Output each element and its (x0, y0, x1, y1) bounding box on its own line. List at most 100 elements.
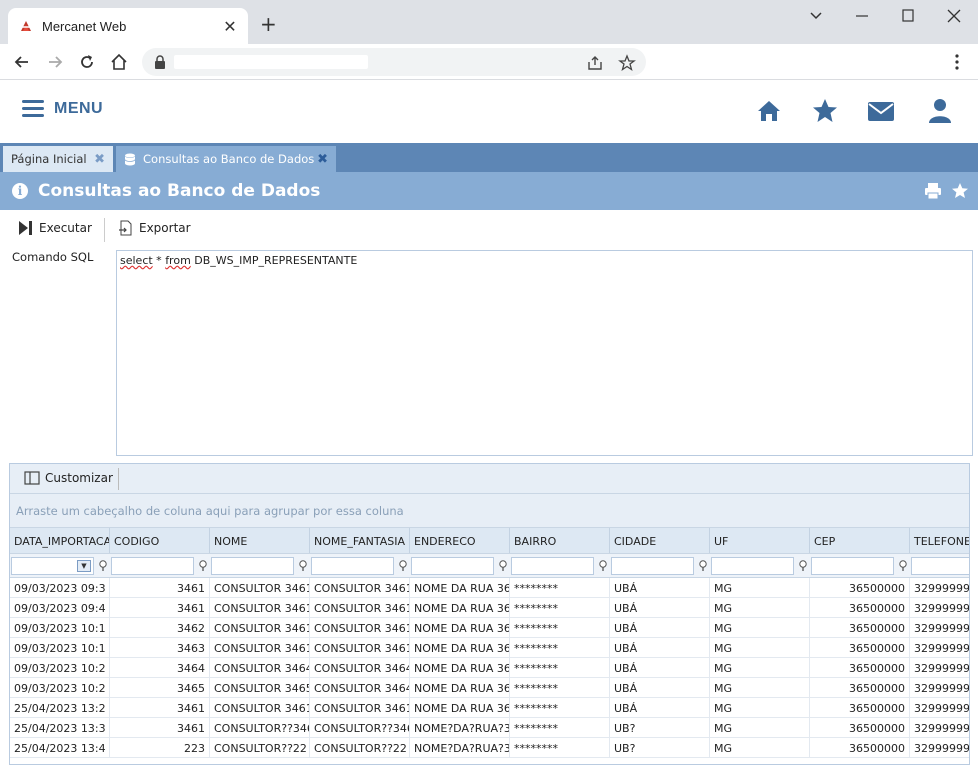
filter-funnel-icon[interactable] (698, 560, 708, 572)
reload-icon[interactable] (77, 52, 97, 72)
filter-funnel-icon[interactable] (198, 560, 208, 572)
column-header-uf[interactable]: UF (710, 528, 810, 553)
url-omnibox[interactable] (142, 48, 646, 76)
filter-funnel-icon[interactable] (398, 560, 408, 572)
sql-command-textarea[interactable]: select * from DB_WS_IMP_REPRESENTANTE (116, 250, 973, 456)
filter-funnel-icon[interactable] (498, 560, 508, 572)
filter-funnel-icon[interactable] (798, 560, 808, 572)
column-header-bairro[interactable]: BAIRRO (510, 528, 610, 553)
export-icon (119, 220, 132, 236)
browser-menu-icon[interactable] (947, 52, 967, 72)
cell-data-importacao: 09/03/2023 09:4 (10, 598, 110, 617)
filter-input[interactable] (711, 557, 794, 575)
cell-data-importacao: 09/03/2023 10:2 (10, 658, 110, 677)
cell-nome-fantasia: CONSULTOR 3461 (310, 638, 410, 657)
share-icon[interactable] (586, 54, 604, 72)
home-icon[interactable] (109, 52, 129, 72)
column-header-cep[interactable]: CEP (810, 528, 910, 553)
tab-pagina-inicial[interactable]: Página Inicial ✖ (3, 146, 113, 172)
tab-consultas-banco-dados[interactable]: Consultas ao Banco de Dados ✖ (116, 146, 336, 172)
cell-codigo: 3464 (110, 658, 210, 677)
favorites-star-icon[interactable] (811, 97, 839, 125)
group-by-panel[interactable]: Arraste um cabeçalho de coluna aqui para… (10, 494, 969, 528)
cell-telefone: 32999999 (910, 718, 969, 737)
user-profile-icon[interactable] (926, 97, 954, 125)
cell-endereco: NOME DA RUA 36 (410, 678, 510, 697)
export-button[interactable]: Exportar (118, 220, 191, 236)
address-bar (0, 44, 978, 80)
bookmark-star-icon[interactable] (618, 54, 636, 72)
filter-input[interactable] (511, 557, 594, 575)
back-arrow-icon[interactable] (12, 52, 32, 72)
new-tab-button[interactable]: + (260, 14, 277, 34)
cell-endereco: NOME DA RUA 36 (410, 658, 510, 677)
toolbar-divider (104, 218, 105, 242)
table-row[interactable]: 09/03/2023 10:2 3465 CONSULTOR 3465 CONSULT… (10, 678, 969, 698)
filter-funnel-icon[interactable] (898, 560, 908, 572)
mail-envelope-icon[interactable] (867, 97, 895, 125)
filter-input[interactable] (411, 557, 494, 575)
column-header-nome-fantasia[interactable]: NOME_FANTASIA (310, 528, 410, 553)
filter-funnel-icon[interactable] (98, 560, 108, 572)
print-icon[interactable] (924, 182, 942, 200)
column-header-endereco[interactable]: ENDERECO (410, 528, 510, 553)
close-tab-icon[interactable]: ✖ (317, 152, 328, 167)
menu-button[interactable]: MENU (22, 100, 103, 118)
cell-data-importacao: 25/04/2023 13:2 (10, 698, 110, 717)
filter-input[interactable] (311, 557, 394, 575)
forward-arrow-icon[interactable] (45, 52, 65, 72)
table-row[interactable]: 09/03/2023 10:1 3462 CONSULTOR 3461 CONSULT… (10, 618, 969, 638)
home-icon[interactable] (755, 97, 783, 125)
date-filter-dropdown-icon[interactable]: ▼ (77, 560, 91, 572)
column-header-cidade[interactable]: CIDADE (610, 528, 710, 553)
window-close-icon[interactable] (944, 8, 964, 24)
info-icon[interactable]: i (12, 183, 28, 199)
filter-input[interactable] (611, 557, 694, 575)
execute-button[interactable]: Executar (18, 220, 92, 236)
table-row[interactable]: 09/03/2023 10:1 3463 CONSULTOR 3461 CONSULT… (10, 638, 969, 658)
table-row[interactable]: 09/03/2023 09:4 3461 CONSULTOR 3461 CONSULT… (10, 598, 969, 618)
cell-uf: MG (710, 718, 810, 737)
tab-label: Página Inicial (11, 152, 87, 166)
close-tab-icon[interactable]: ✖ (94, 152, 105, 167)
cell-endereco: NOME?DA?RUA?3 (410, 738, 510, 757)
table-row[interactable]: 09/03/2023 09:3 3461 CONSULTOR 3461 CONSULT… (10, 578, 969, 598)
filter-input[interactable]: ▼ (11, 557, 94, 575)
table-row[interactable]: 25/04/2023 13:4 223 CONSULTOR??22 CONSULTOR… (10, 738, 969, 758)
column-header-nome[interactable]: NOME (210, 528, 310, 553)
table-row[interactable]: 09/03/2023 10:2 3464 CONSULTOR 3464 CONSULT… (10, 658, 969, 678)
cell-nome-fantasia: CONSULTOR 3461 (310, 578, 410, 597)
cell-codigo: 3461 (110, 718, 210, 737)
tab-search-chevron-icon[interactable] (806, 8, 826, 24)
close-tab-icon[interactable]: ✕ (222, 17, 238, 36)
cell-nome-fantasia: CONSULTOR 3461 (310, 598, 410, 617)
filter-funnel-icon[interactable] (298, 560, 308, 572)
grid-body: 09/03/2023 09:3 3461 CONSULTOR 3461 CONSULT… (10, 578, 969, 758)
filter-cell (510, 554, 610, 577)
filter-cell (110, 554, 210, 577)
cell-cidade: UBÁ (610, 578, 710, 597)
table-row[interactable]: 25/04/2023 13:2 3461 CONSULTOR 3461 CONSULT… (10, 698, 969, 718)
filter-input[interactable] (911, 557, 969, 575)
mercanet-favicon-icon (21, 21, 31, 31)
cell-telefone: 32999999 (910, 738, 969, 757)
cell-bairro: ******** (510, 718, 610, 737)
grid-toolbar: Customizar (10, 464, 969, 494)
column-header-telefone[interactable]: TELEFONE (910, 528, 969, 553)
favorite-star-icon[interactable] (951, 182, 969, 200)
browser-tab[interactable]: Mercanet Web ✕ (8, 8, 248, 44)
cell-nome: CONSULTOR 3465 (210, 678, 310, 697)
filter-input[interactable] (211, 557, 294, 575)
filter-input[interactable] (111, 557, 194, 575)
cell-uf: MG (710, 698, 810, 717)
execute-label: Executar (39, 221, 92, 235)
table-row[interactable]: 25/04/2023 13:3 3461 CONSULTOR??346 CONSULT… (10, 718, 969, 738)
customize-button[interactable]: Customizar (24, 471, 113, 485)
minimize-icon[interactable] (852, 8, 872, 24)
cell-uf: MG (710, 658, 810, 677)
column-header-codigo[interactable]: CODIGO (110, 528, 210, 553)
column-header-data-importacao[interactable]: DATA_IMPORTACAO (10, 528, 110, 553)
maximize-icon[interactable] (898, 8, 918, 24)
filter-funnel-icon[interactable] (598, 560, 608, 572)
filter-input[interactable] (811, 557, 894, 575)
